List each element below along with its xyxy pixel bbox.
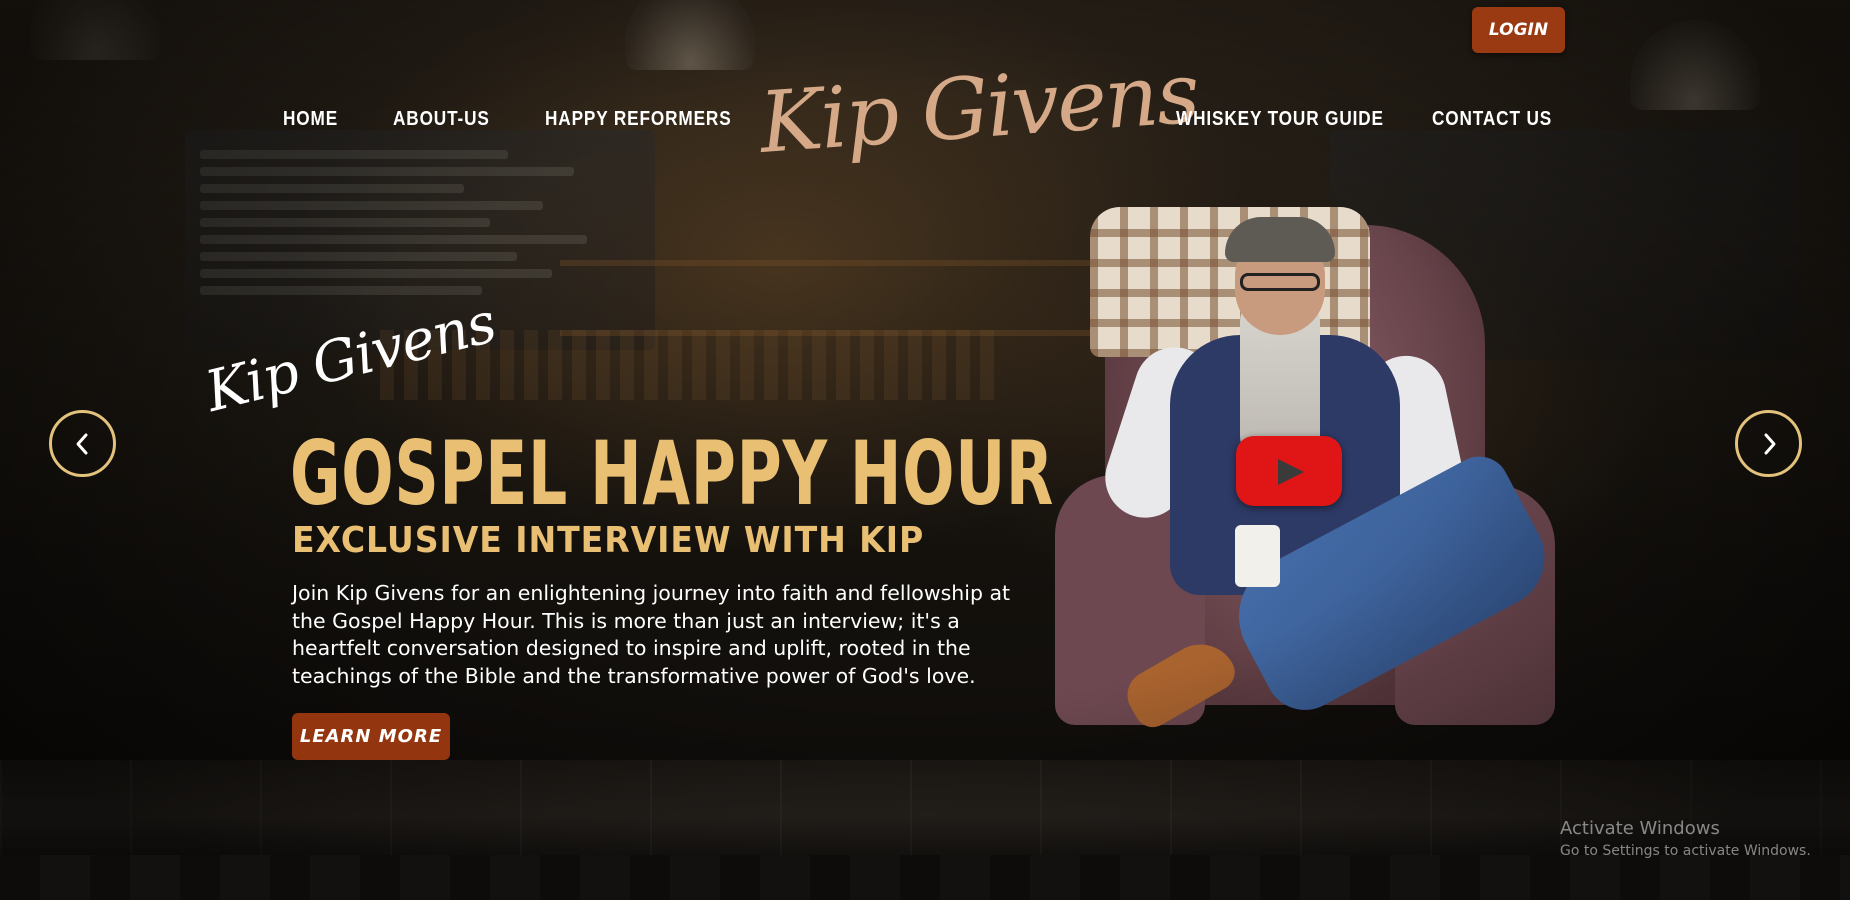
hero-description: Join Kip Givens for an enlightening jour…	[292, 581, 1011, 688]
nav-contact-us[interactable]: CONTACT US	[1432, 108, 1552, 131]
hero-headline: GOSPEL HAPPY HOUR	[290, 422, 1055, 525]
video-play-button[interactable]	[1236, 436, 1342, 506]
nav-whiskey-tour-guide[interactable]: WHISKEY TOUR GUIDE	[1176, 108, 1384, 131]
nav-home[interactable]: HOME	[283, 108, 338, 131]
youtube-play-icon	[1278, 459, 1304, 485]
chevron-right-icon	[1764, 433, 1776, 455]
nav-happy-reformers[interactable]: HAPPY REFORMERS	[545, 108, 732, 131]
chevron-left-icon	[76, 433, 88, 455]
hero-subheadline: EXCLUSIVE INTERVIEW WITH KIP	[292, 520, 925, 561]
slider-prev-button[interactable]	[49, 410, 116, 477]
learn-more-button[interactable]: LEARN MORE	[292, 713, 450, 760]
activate-windows-subtitle: Go to Settings to activate Windows.	[1560, 843, 1811, 859]
activate-windows-watermark: Activate Windows Go to Settings to activ…	[1560, 818, 1811, 859]
slider-next-button[interactable]	[1735, 410, 1802, 477]
nav-about-us[interactable]: ABOUT-US	[393, 108, 490, 131]
bottom-strip	[0, 855, 1850, 900]
activate-windows-title: Activate Windows	[1560, 818, 1720, 839]
login-button[interactable]: LOGIN	[1472, 7, 1565, 53]
